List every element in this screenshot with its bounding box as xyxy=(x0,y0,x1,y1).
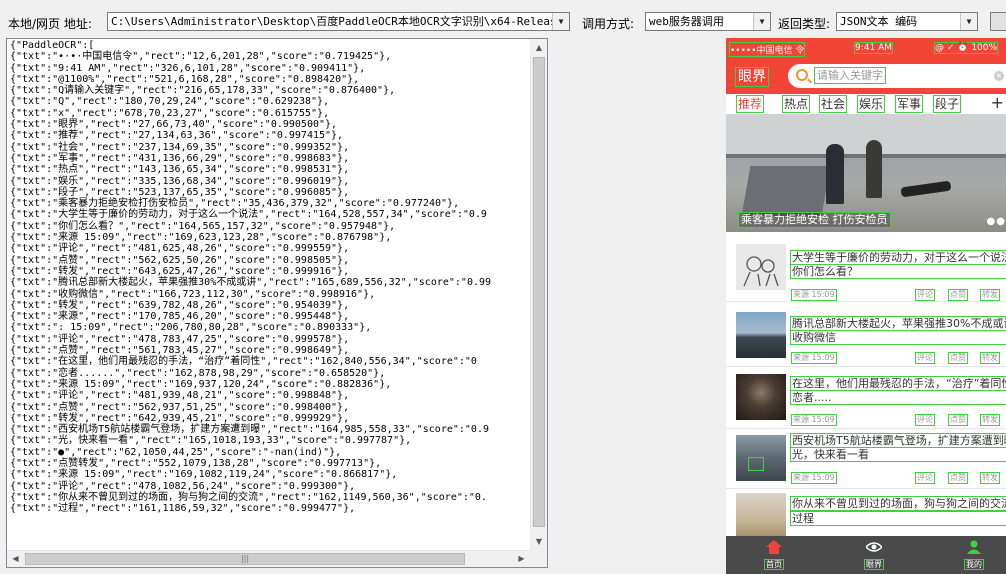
status-time: 9:41 AM xyxy=(854,42,893,54)
chevron-down-icon[interactable]: ▼ xyxy=(960,13,977,30)
ocr-preview-image: •••••中国电信 令 9:41 AM @ ✓ ⏰ 100% 眼界 请输入关键字… xyxy=(726,38,1006,574)
news-comment: 评论 xyxy=(915,472,935,484)
news-source: 来源 15:09 xyxy=(791,352,837,364)
news-like: 点赞 xyxy=(948,289,968,301)
news-like: 点赞 xyxy=(948,472,968,484)
hero-caption: 乘客暴力拒绝安检 打伤安检员 xyxy=(738,212,891,228)
news-title: 腾讯总部新大楼起火，苹果强推30%不成或讲 xyxy=(790,316,1006,331)
nav-home-label: 首页 xyxy=(764,559,784,570)
eye-icon xyxy=(866,542,882,552)
nav-home: 首页 xyxy=(744,536,804,574)
news-title: 收购微信 xyxy=(790,330,1006,345)
phone-search-box: 请输入关键字 × xyxy=(788,64,1006,88)
status-battery: @ ✓ ⏰ 100% xyxy=(934,42,999,54)
nav-vision: 眼界 xyxy=(844,536,904,574)
return-type-label: 返回类型: xyxy=(778,17,831,31)
nav-mine: 我的 xyxy=(944,536,1004,574)
call-mode-label: 调用方式: xyxy=(582,17,635,31)
phone-search-bar: 眼界 请输入关键字 × xyxy=(726,58,1006,94)
news-share: 转发 xyxy=(980,289,1000,301)
news-like: 点赞 xyxy=(948,352,968,364)
news-thumbnail xyxy=(736,493,786,536)
news-source: 来源 15:09 xyxy=(791,472,837,484)
scroll-left-icon[interactable]: ◀ xyxy=(7,551,24,567)
result-text[interactable]: {"PaddleOCR":[ {"txt":"•·•·中国电信令","rect"… xyxy=(10,40,529,549)
address-label: 本地/网页 地址: xyxy=(8,17,92,31)
news-comment: 评论 xyxy=(915,414,935,426)
return-type-select[interactable]: JSON文本 编码 ▼ xyxy=(836,12,978,31)
address-combobox[interactable]: C:\Users\Administrator\Desktop\百度PaddleO… xyxy=(107,12,570,31)
chevron-down-icon[interactable]: ▼ xyxy=(552,13,569,30)
status-carrier: •••••中国电信 令 xyxy=(729,42,806,57)
user-icon xyxy=(967,540,981,554)
run-button[interactable] xyxy=(990,12,1006,31)
scroll-right-icon[interactable]: ▶ xyxy=(513,551,530,567)
news-title: 你从来不曾见到过的场面，狗与狗之间的交流 xyxy=(790,496,1006,511)
return-type-value: JSON文本 编码 xyxy=(840,15,918,28)
search-placeholder: 请输入关键字 xyxy=(814,67,886,84)
vertical-scroll-thumb[interactable] xyxy=(533,57,545,527)
nav-vision-label: 眼界 xyxy=(864,559,884,570)
carousel-dots: ●● xyxy=(986,216,1006,227)
news-title: 在这里，他们用最残忍的手法，“治疗”着同性 xyxy=(790,376,1006,391)
tab-hot: 热点 xyxy=(782,95,811,113)
news-thumbnail xyxy=(736,435,786,481)
news-thumbnail xyxy=(736,244,786,290)
list-item: 大学生等于廉价的劳动力，对于这么一个说法 你们怎么看？ 来源 15:09 评论 … xyxy=(726,232,1006,302)
home-icon xyxy=(766,540,782,554)
news-source: 来源 15:09 xyxy=(791,414,837,426)
news-comment: 评论 xyxy=(915,289,935,301)
news-thumbnail xyxy=(736,374,786,420)
call-mode-select[interactable]: web服务器调用 ▼ xyxy=(645,12,771,31)
news-title: 大学生等于廉价的劳动力，对于这么一个说法 xyxy=(790,250,1006,265)
horizontal-scroll-thumb[interactable]: ||| xyxy=(25,553,465,565)
news-title: 过程 xyxy=(790,511,1006,526)
add-tab-icon: + xyxy=(990,93,1004,112)
scroll-down-icon[interactable]: ▼ xyxy=(531,533,547,550)
tab-society: 社会 xyxy=(819,95,848,113)
list-item: 在这里，他们用最残忍的手法，“治疗”着同性 恋者..... 来源 15:09 评… xyxy=(726,367,1006,429)
news-share: 转发 xyxy=(980,414,1000,426)
list-item: 腾讯总部新大楼起火，苹果强推30%不成或讲 收购微信 来源 15:09 评论 点… xyxy=(726,302,1006,367)
news-share: 转发 xyxy=(980,352,1000,364)
address-value: C:\Users\Administrator\Desktop\百度PaddleO… xyxy=(111,15,569,28)
tab-military: 军事 xyxy=(895,95,924,113)
news-comment: 评论 xyxy=(915,352,935,364)
phone-bottom-nav: 首页 眼界 我的 xyxy=(726,536,1006,574)
news-source: 来源 15:09 xyxy=(791,289,837,301)
news-title: 西安机场T5航站楼霸气登场，扩建方案遭到曝 xyxy=(790,433,1006,448)
news-share: 转发 xyxy=(980,472,1000,484)
news-title: 你们怎么看？ xyxy=(790,264,1006,279)
horizontal-scrollbar[interactable]: ◀ ||| ▶ xyxy=(7,550,530,567)
tab-entertainment: 娱乐 xyxy=(857,95,886,113)
list-item: 西安机场T5航站楼霸气登场，扩建方案遭到曝 光，快来看一看 来源 15:09 评… xyxy=(726,429,1006,489)
call-mode-value: web服务器调用 xyxy=(649,15,724,28)
scroll-up-icon[interactable]: ▲ xyxy=(531,39,547,56)
list-item: 你从来不曾见到过的场面，狗与狗之间的交流 过程 xyxy=(726,489,1006,536)
news-like: 点赞 xyxy=(948,414,968,426)
news-thumbnail xyxy=(736,312,786,358)
brand-logo: 眼界 xyxy=(735,67,769,87)
close-icon: × xyxy=(994,71,1004,81)
chevron-down-icon[interactable]: ▼ xyxy=(753,13,770,30)
result-textarea[interactable]: {"PaddleOCR":[ {"txt":"•·•·中国电信令","rect"… xyxy=(6,38,548,568)
tab-jokes: 段子 xyxy=(933,95,962,113)
tab-recommend: 推荐 xyxy=(736,95,765,113)
toolbar: 本地/网页 地址: C:\Users\Administrator\Desktop… xyxy=(0,0,1006,40)
search-icon xyxy=(796,69,808,81)
phone-status-bar: •••••中国电信 令 9:41 AM @ ✓ ⏰ 100% xyxy=(726,38,1006,58)
nav-mine-label: 我的 xyxy=(964,559,984,570)
phone-tabs: 推荐 热点 社会 娱乐 军事 段子 + xyxy=(726,93,1006,114)
vertical-scrollbar[interactable]: ▲ ▼ xyxy=(530,39,547,550)
news-title: 光，快来看一看 xyxy=(790,447,1006,462)
scroll-corner xyxy=(530,550,547,567)
news-title: 恋者..... xyxy=(790,390,1006,405)
